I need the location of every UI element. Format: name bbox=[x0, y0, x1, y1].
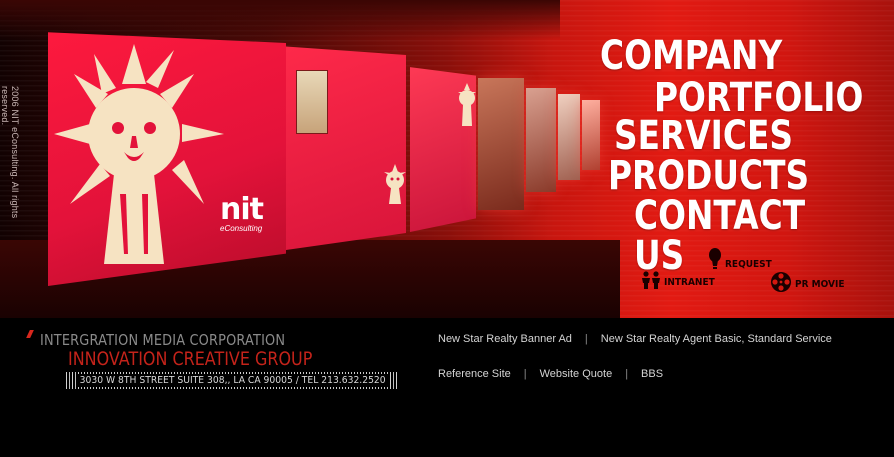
intranet-label: INTRANET bbox=[664, 277, 715, 288]
footer-links: New Star Realty Banner Ad | New Star Rea… bbox=[438, 332, 878, 402]
lightbox-panel bbox=[526, 88, 556, 192]
corporation-name: INTERGRATION MEDIA CORPORATION bbox=[40, 331, 286, 349]
logo-mark: nit bbox=[220, 192, 264, 227]
portrait-poster bbox=[296, 70, 328, 134]
logo-subtitle: eConsulting bbox=[220, 224, 263, 233]
link-agent-service[interactable]: New Star Realty Agent Basic, Standard Se… bbox=[601, 333, 832, 345]
group-name: INNOVATION CREATIVE GROUP bbox=[68, 348, 313, 370]
link-website-quote[interactable]: Website Quote bbox=[540, 368, 613, 380]
lightbox-wall-photo: nit eConsulting bbox=[44, 0, 604, 300]
nav-portfolio[interactable]: PORTFOLIO bbox=[654, 78, 863, 118]
small-lion-art bbox=[384, 164, 406, 204]
nit-econsulting-logo: nit eConsulting bbox=[220, 192, 290, 234]
footer-link-row: Reference Site | Website Quote | BBS bbox=[438, 367, 878, 381]
lightbox-panel bbox=[558, 94, 580, 180]
intranet-link[interactable]: INTRANET bbox=[641, 271, 720, 294]
small-lion-art bbox=[458, 83, 476, 126]
pr-movie-link[interactable]: PR MOVIE bbox=[770, 271, 850, 298]
pr-movie-label: PR MOVIE bbox=[795, 279, 845, 290]
footer-link-row: New Star Realty Banner Ad | New Star Rea… bbox=[438, 332, 878, 346]
copyright-vertical: 2006 NIT eConsulting. All rights reserve… bbox=[0, 86, 20, 219]
link-separator: | bbox=[584, 333, 588, 345]
link-separator: | bbox=[523, 368, 527, 380]
nav-company[interactable]: COMPANY bbox=[600, 36, 782, 76]
people-icon bbox=[641, 271, 661, 294]
nav-services[interactable]: SERVICES bbox=[614, 116, 793, 156]
request-label: REQUEST bbox=[725, 259, 772, 270]
address-text: 3030 W 8TH STREET SUITE 308,, LA CA 9000… bbox=[76, 374, 390, 387]
film-reel-icon bbox=[770, 271, 792, 298]
hero-banner: 2006 NIT eConsulting. All rights reserve… bbox=[0, 0, 894, 318]
link-reference-site[interactable]: Reference Site bbox=[438, 368, 511, 380]
lightbox-panel bbox=[478, 78, 524, 210]
corporation-block: INTERGRATION MEDIA CORPORATION INNOVATIO… bbox=[24, 328, 404, 398]
address-barcode: 3030 W 8TH STREET SUITE 308,, LA CA 9000… bbox=[66, 372, 398, 389]
link-bbs[interactable]: BBS bbox=[641, 368, 663, 380]
link-separator: | bbox=[625, 368, 629, 380]
nav-products[interactable]: PRODUCTS bbox=[608, 156, 809, 196]
footer: INTERGRATION MEDIA CORPORATION INNOVATIO… bbox=[0, 318, 894, 457]
lightbox-panel bbox=[582, 100, 600, 170]
accent-tick bbox=[26, 330, 34, 338]
link-banner-ad[interactable]: New Star Realty Banner Ad bbox=[438, 333, 572, 345]
lion-sun-art bbox=[54, 44, 224, 264]
